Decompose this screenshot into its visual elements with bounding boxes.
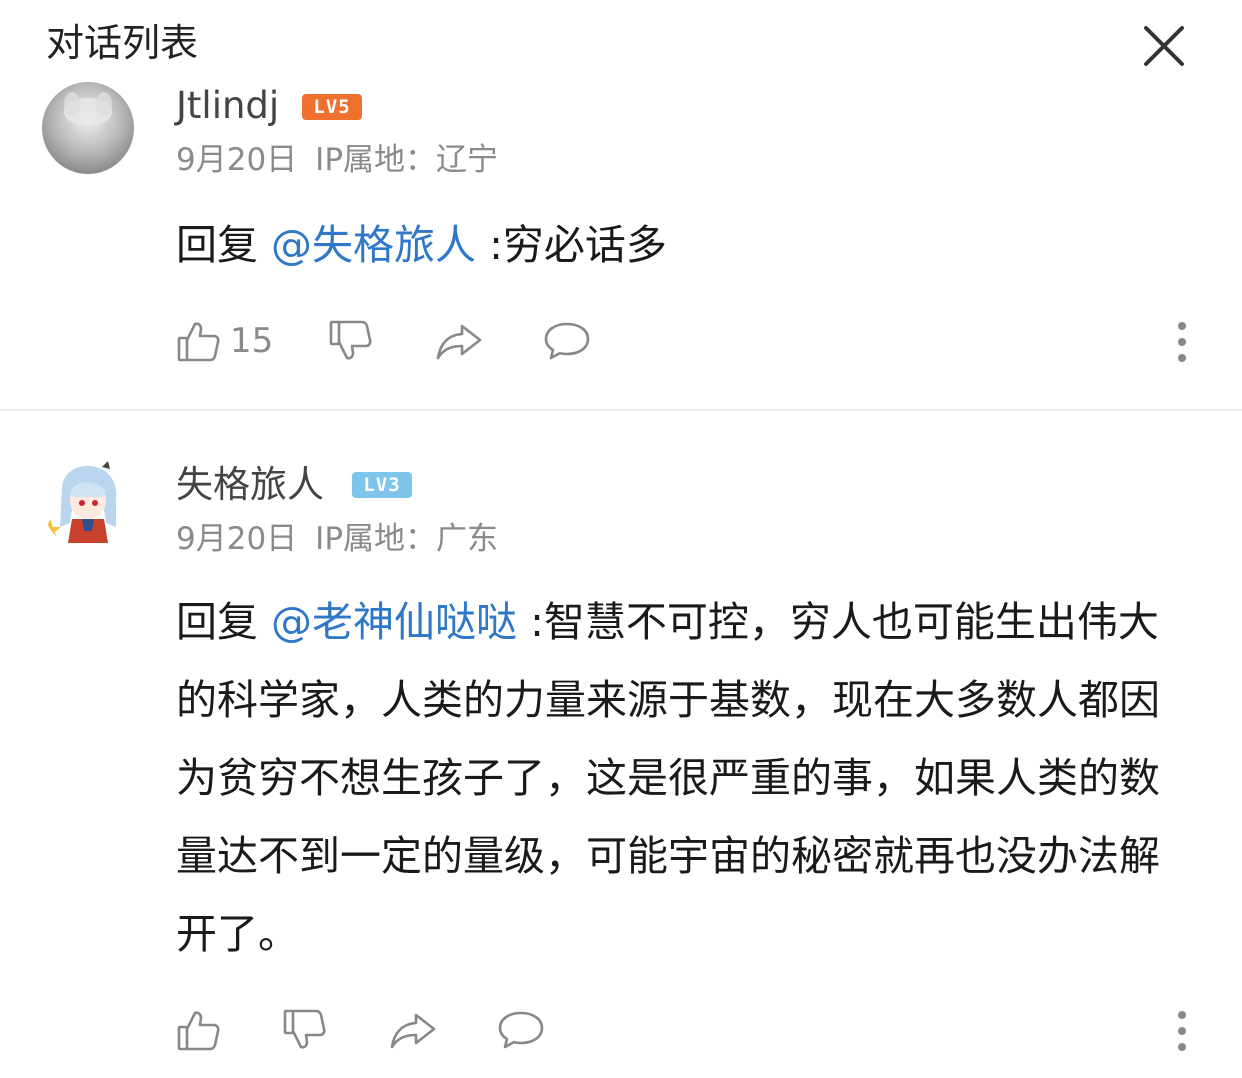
avatar[interactable] [42, 82, 134, 174]
avatar[interactable] [42, 457, 134, 549]
mention-link[interactable]: @老神仙哒哒 [271, 598, 517, 646]
like-count: 15 [230, 321, 274, 361]
more-icon [1178, 322, 1186, 362]
reply-prefix: 回复 [176, 221, 272, 269]
share-icon [390, 1013, 436, 1049]
comment-meta: 9月20日 IP属地：辽宁 [176, 140, 498, 180]
more-icon [1178, 1011, 1186, 1051]
like-button[interactable] [176, 1005, 230, 1055]
mention-link[interactable]: @失格旅人 [271, 221, 476, 269]
comment-item: 失格旅人 LV3 9月20日 IP属地：广东 回复 @老神仙哒哒 :智慧不可控，穷… [0, 411, 1242, 1078]
dislike-button[interactable] [328, 316, 374, 366]
username[interactable]: Jtlindj [176, 84, 279, 128]
thumbs-up-icon [177, 1011, 220, 1051]
thumbs-down-icon [329, 320, 372, 360]
thumbs-up-icon [177, 322, 220, 362]
share-icon [436, 324, 482, 360]
comment-text: 回复 @老神仙哒哒 :智慧不可控，穷人也可能生出伟大的科学家，人类的力量来源于基… [176, 583, 1196, 973]
level-badge: LV3 [352, 472, 412, 498]
comment-item: Jtlindj LV5 9月20日 IP属地：辽宁 回复 @失格旅人 :穷必话多 … [0, 0, 1242, 409]
reply-button[interactable] [496, 1005, 546, 1055]
comment-meta: 9月20日 IP属地：广东 [176, 519, 498, 559]
action-bar [176, 1005, 1216, 1055]
more-button[interactable] [1172, 320, 1192, 364]
reply-prefix: 回复 [176, 598, 272, 646]
comment-content: :穷必话多 [476, 221, 667, 269]
dislike-button[interactable] [282, 1005, 328, 1055]
username[interactable]: 失格旅人 [176, 463, 324, 507]
ip-location: IP属地：辽宁 [315, 142, 499, 178]
comment-date: 9月20日 [176, 142, 298, 178]
share-button[interactable] [388, 1005, 438, 1055]
comment-text: 回复 @失格旅人 :穷必话多 [176, 206, 1196, 284]
comment-icon [498, 1011, 544, 1049]
comment-content: :智慧不可控，穷人也可能生出伟大的科学家，人类的力量来源于基数，现在大多数人都因… [176, 598, 1160, 958]
ip-location: IP属地：广东 [315, 521, 499, 557]
thumbs-down-icon [283, 1009, 326, 1049]
comment-date: 9月20日 [176, 521, 298, 557]
action-bar: 15 [176, 316, 1216, 366]
share-button[interactable] [434, 316, 484, 366]
level-badge: LV5 [302, 94, 362, 120]
more-button[interactable] [1172, 1009, 1192, 1053]
reply-button[interactable] [542, 316, 592, 366]
comment-icon [544, 322, 590, 360]
like-button[interactable]: 15 [176, 316, 273, 366]
